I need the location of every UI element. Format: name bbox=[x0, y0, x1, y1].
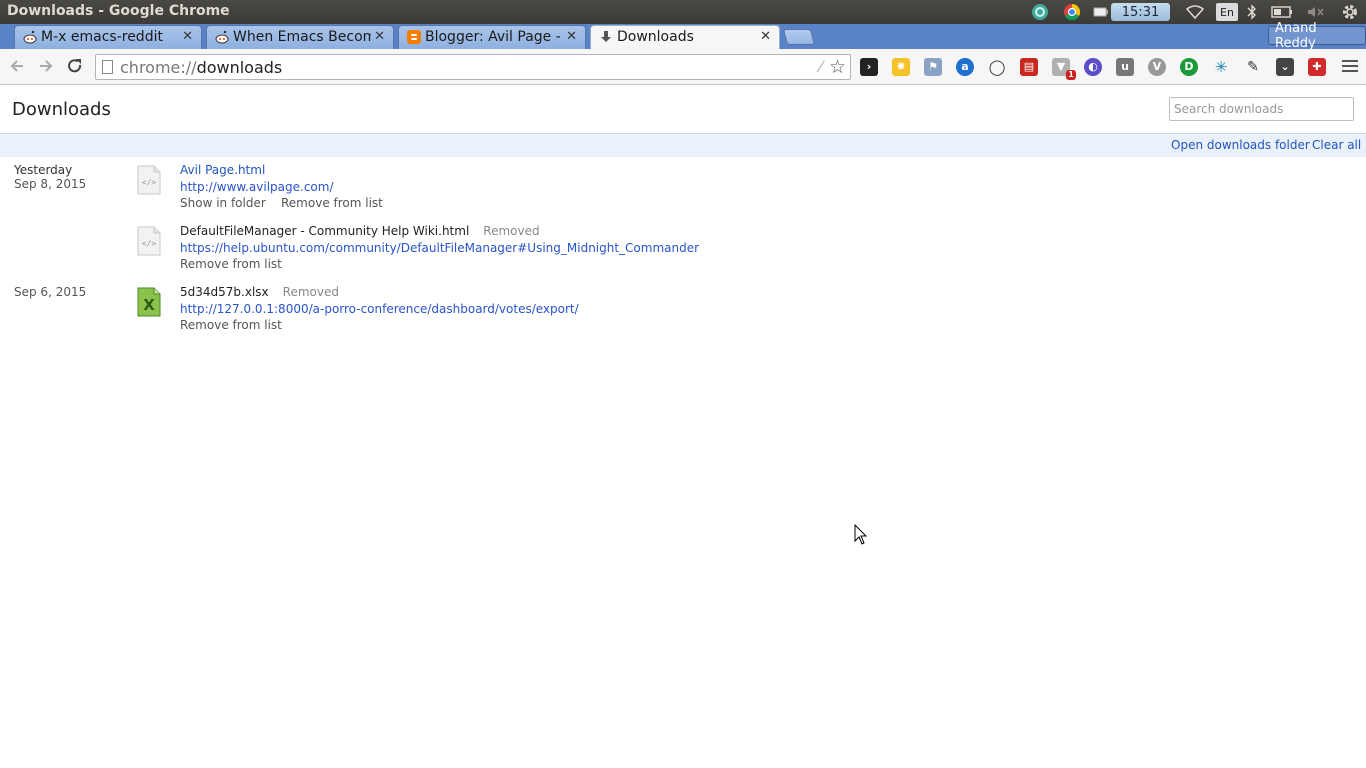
extension-flag-icon[interactable]: ⚑ bbox=[924, 58, 942, 76]
page-title: Downloads bbox=[12, 99, 111, 120]
extension-dark-icon[interactable]: › bbox=[860, 58, 878, 76]
close-tab-icon[interactable]: ✕ bbox=[182, 29, 193, 44]
tab-downloads[interactable]: Downloads ✕ bbox=[590, 25, 780, 49]
browser-toolbar: chrome://downloads ⁄ ☆ › ✸ ⚑ a ◯ ▤ ▼ 1 ◐… bbox=[0, 49, 1366, 85]
clear-all-link[interactable]: Clear all bbox=[1312, 138, 1361, 152]
downloads-header: Downloads bbox=[0, 86, 1366, 134]
blogger-icon bbox=[407, 30, 421, 44]
os-top-panel: Downloads - Google Chrome 15:31 En bbox=[0, 0, 1366, 24]
address-bar[interactable]: chrome://downloads ⁄ ☆ bbox=[95, 54, 851, 80]
open-downloads-folder-link[interactable]: Open downloads folder bbox=[1171, 138, 1310, 152]
profile-button[interactable]: Anand Reddy bbox=[1268, 21, 1366, 51]
volume-muted-icon[interactable] bbox=[1305, 3, 1325, 21]
svg-text:</>: </> bbox=[142, 239, 157, 248]
extension-v-icon[interactable]: V bbox=[1148, 58, 1166, 76]
window-title: Downloads - Google Chrome bbox=[7, 3, 230, 19]
extension-globe-icon[interactable]: ◐ bbox=[1084, 58, 1102, 76]
chrome-indicator-icon[interactable] bbox=[1062, 3, 1082, 21]
remove-from-list-link[interactable]: Remove from list bbox=[180, 257, 282, 271]
tab-when-emacs[interactable]: When Emacs Becom ✕ bbox=[206, 25, 394, 49]
excel-file-icon: X bbox=[137, 287, 161, 317]
ublock-icon[interactable]: u bbox=[1116, 58, 1134, 76]
source-url-link[interactable]: http://127.0.0.1:8000/a-porro-conference… bbox=[180, 302, 579, 316]
indicator-app-icon[interactable] bbox=[1030, 3, 1050, 21]
file-name-text: DefaultFileManager - Community Help Wiki… bbox=[180, 224, 470, 238]
remove-from-list-link[interactable]: Remove from list bbox=[180, 318, 282, 332]
svg-text:X: X bbox=[143, 296, 155, 314]
battery-icon[interactable] bbox=[1270, 3, 1294, 21]
tab-emacs-reddit[interactable]: M-x emacs-reddit ✕ bbox=[14, 25, 202, 49]
source-url-link[interactable]: http://www.avilpage.com/ bbox=[180, 180, 334, 194]
svg-text:</>: </> bbox=[142, 178, 157, 187]
tab-label: When Emacs Becom bbox=[233, 29, 371, 45]
page-icon bbox=[102, 60, 113, 74]
extension-cross-icon[interactable]: ✚ bbox=[1308, 58, 1326, 76]
keyboard-layout[interactable]: En bbox=[1216, 3, 1238, 21]
date-value: Sep 8, 2015 bbox=[14, 177, 87, 191]
tab-label: Downloads bbox=[617, 29, 694, 45]
extension-a-icon[interactable]: a bbox=[956, 58, 974, 76]
date-group: Yesterday Sep 8, 2015 bbox=[14, 163, 86, 191]
file-name-text: 5d34d57b.xlsx bbox=[180, 285, 269, 299]
downloads-action-bar: Open downloads folder Clear all bbox=[0, 134, 1366, 157]
forward-arrow-icon[interactable] bbox=[36, 57, 56, 77]
close-tab-icon[interactable]: ✕ bbox=[566, 29, 577, 44]
tab-blogger[interactable]: Blogger: Avil Page - ✕ bbox=[398, 25, 586, 49]
extension-chat-icon[interactable]: ◯ bbox=[988, 58, 1006, 76]
back-arrow-icon[interactable] bbox=[7, 57, 27, 77]
close-tab-icon[interactable]: ✕ bbox=[374, 29, 385, 44]
tab-label: M-x emacs-reddit bbox=[41, 29, 163, 45]
bookmark-star-icon[interactable]: ☆ bbox=[829, 56, 846, 78]
url-scheme: chrome:// bbox=[120, 58, 197, 77]
tab-label: Blogger: Avil Page - bbox=[425, 29, 560, 45]
search-downloads-input[interactable] bbox=[1169, 97, 1354, 121]
battery-indicator-icon[interactable] bbox=[1092, 3, 1110, 21]
removed-status: Removed bbox=[282, 285, 339, 299]
extension-pocket-icon[interactable]: ⌄ bbox=[1276, 58, 1294, 76]
extension-network-icon[interactable]: ✳ bbox=[1212, 58, 1230, 76]
system-gear-icon[interactable] bbox=[1340, 3, 1360, 21]
html-file-icon: </> bbox=[137, 165, 161, 195]
download-icon bbox=[599, 30, 613, 44]
extension-pen-icon[interactable]: ✎ bbox=[1244, 58, 1262, 76]
html-file-icon: </> bbox=[137, 226, 161, 256]
removed-status: Removed bbox=[483, 224, 540, 238]
date-label: Yesterday bbox=[14, 163, 73, 177]
close-tab-icon[interactable]: ✕ bbox=[760, 29, 771, 44]
file-name-link[interactable]: Avil Page.html bbox=[180, 163, 265, 177]
mouse-cursor-icon bbox=[854, 524, 868, 545]
address-url[interactable]: chrome://downloads bbox=[120, 58, 282, 77]
reddit-icon bbox=[23, 30, 37, 44]
extension-book-icon[interactable]: ▤ bbox=[1020, 58, 1038, 76]
remove-from-list-link[interactable]: Remove from list bbox=[281, 196, 383, 210]
reddit-icon bbox=[215, 30, 229, 44]
date-group: Sep 6, 2015 bbox=[14, 285, 86, 299]
extension-d-icon[interactable]: D bbox=[1180, 58, 1198, 76]
file-name: DefaultFileManager - Community Help Wiki… bbox=[180, 224, 540, 238]
chrome-menu-icon[interactable] bbox=[1342, 57, 1358, 75]
bluetooth-icon[interactable] bbox=[1245, 3, 1259, 21]
show-in-folder-link[interactable]: Show in folder bbox=[180, 196, 266, 210]
extension-badge: 1 bbox=[1066, 70, 1076, 80]
date-value: Sep 6, 2015 bbox=[14, 285, 87, 299]
reload-icon[interactable] bbox=[65, 57, 85, 77]
extension-star-icon[interactable]: ✸ bbox=[892, 58, 910, 76]
file-name: 5d34d57b.xlsx Removed bbox=[180, 285, 339, 299]
tab-strip: M-x emacs-reddit ✕ When Emacs Becom ✕ Bl… bbox=[0, 21, 1366, 51]
new-tab-button[interactable] bbox=[782, 29, 816, 45]
source-url-link[interactable]: https://help.ubuntu.com/community/Defaul… bbox=[180, 241, 699, 255]
extension-slash-icon[interactable]: ⁄ bbox=[819, 57, 822, 76]
url-path: downloads bbox=[196, 58, 283, 77]
clock[interactable]: 15:31 bbox=[1111, 3, 1170, 21]
wifi-icon[interactable] bbox=[1185, 3, 1205, 21]
